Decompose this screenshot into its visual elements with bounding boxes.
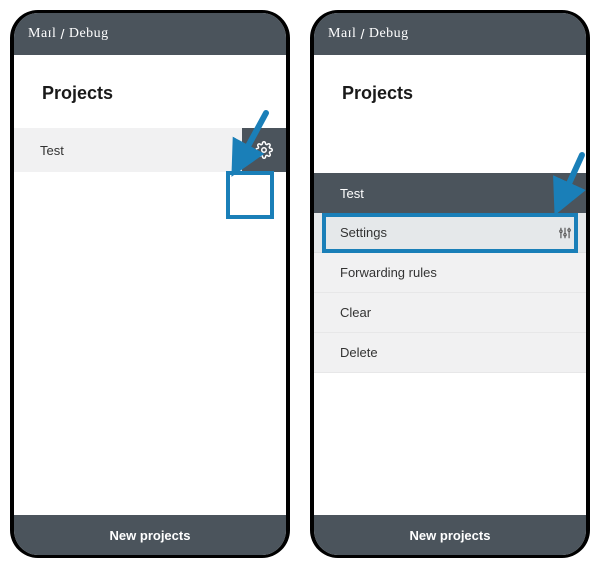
close-menu-button[interactable]: [554, 182, 576, 204]
page-title: Projects: [314, 55, 586, 128]
menu-item-settings[interactable]: Settings: [314, 213, 586, 253]
project-row[interactable]: Test: [14, 128, 286, 172]
app-name-right: Debug: [69, 26, 109, 42]
new-projects-button[interactable]: New projects: [14, 515, 286, 555]
app-name-left: Maɪl: [328, 26, 356, 42]
phone-right: Maɪl / Debug Projects Test: [310, 10, 590, 558]
project-gear-button[interactable]: [242, 128, 286, 172]
new-projects-button[interactable]: New projects: [314, 515, 586, 555]
menu-item-delete[interactable]: Delete: [314, 333, 586, 373]
page-title: Projects: [14, 55, 286, 128]
footer-label: New projects: [110, 528, 191, 543]
app-name-right: Debug: [369, 26, 409, 42]
footer-label: New projects: [410, 528, 491, 543]
menu-item-label: Forwarding rules: [340, 265, 572, 280]
project-menu-header-label: Test: [340, 186, 554, 201]
menu-item-label: Clear: [340, 305, 572, 320]
content-area: Projects Test: [14, 55, 286, 515]
gear-icon: [255, 141, 273, 159]
app-name-slash: /: [360, 26, 364, 42]
project-menu: Test Settings: [314, 173, 586, 373]
app-name-slash: /: [60, 26, 64, 42]
app-header: Maɪl / Debug: [14, 13, 286, 55]
highlight-box-gear: [226, 171, 274, 219]
app-header: Maɪl / Debug: [314, 13, 586, 55]
project-menu-header: Test: [314, 173, 586, 213]
sliders-icon: [558, 226, 572, 240]
content-area: Projects Test Settings: [314, 55, 586, 515]
menu-item-forwarding-rules[interactable]: Forwarding rules: [314, 253, 586, 293]
app-name-left: Maɪl: [28, 26, 56, 42]
menu-item-clear[interactable]: Clear: [314, 293, 586, 333]
project-row-label: Test: [40, 143, 242, 158]
menu-item-label: Delete: [340, 345, 572, 360]
menu-item-label: Settings: [340, 225, 558, 240]
close-icon: [560, 188, 570, 198]
phone-left: Maɪl / Debug Projects Test: [10, 10, 290, 558]
